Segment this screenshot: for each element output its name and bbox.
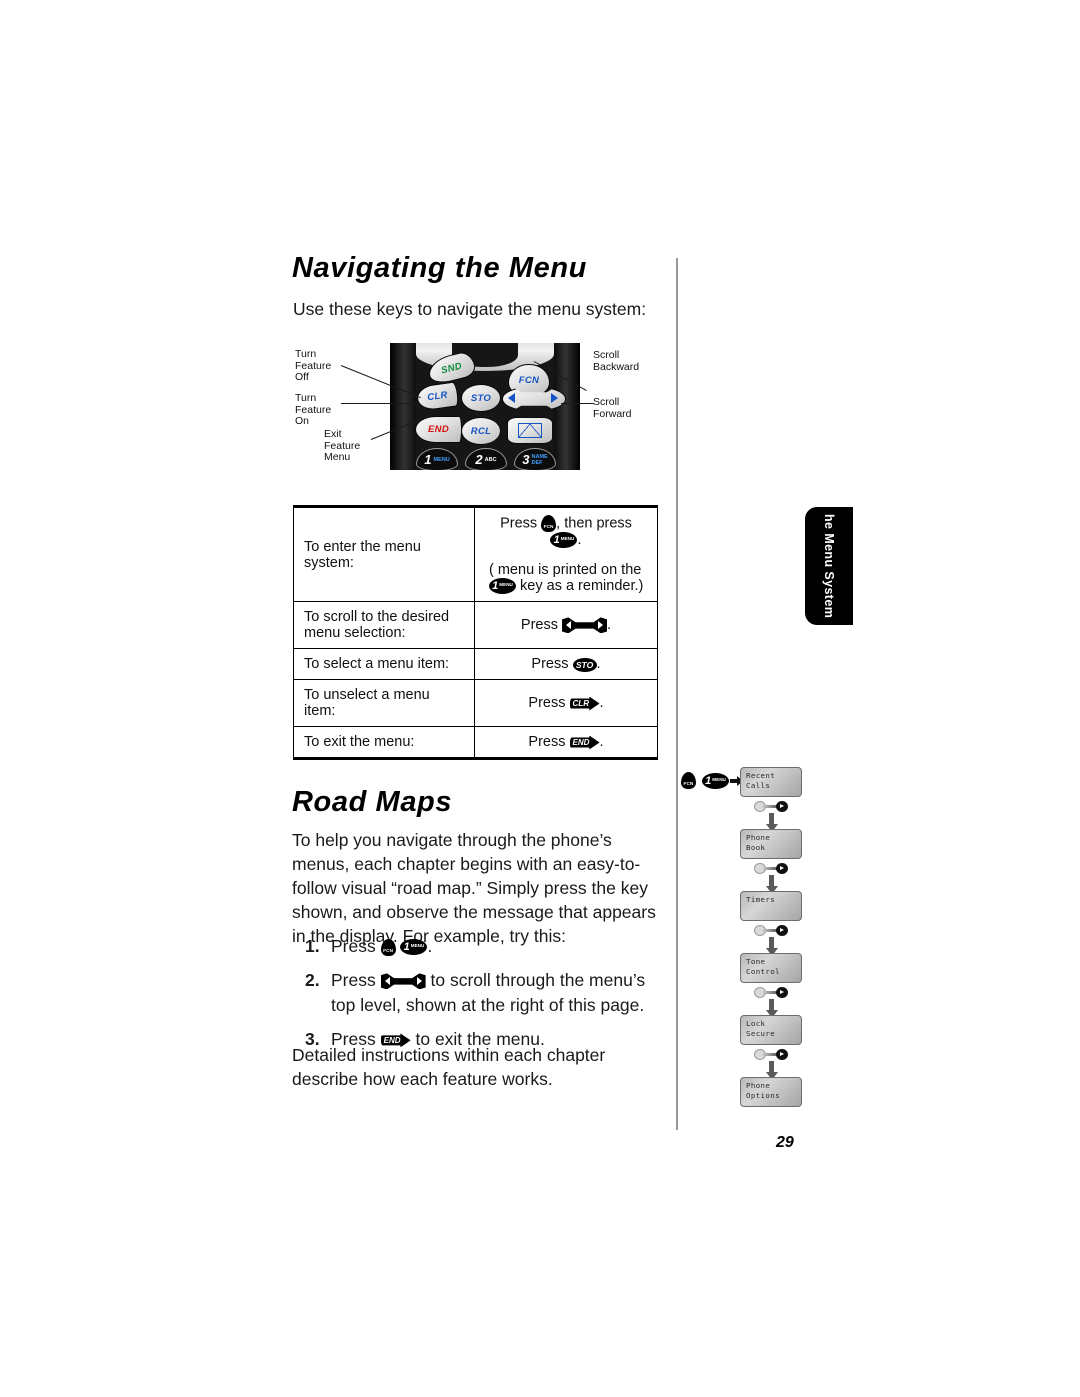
fcn-key-icon: FCN (380, 938, 396, 956)
table-row: To enter the menu system: Press FCN, the… (293, 504, 658, 603)
end-key: END (415, 416, 462, 443)
clr-key-icon: CLR (569, 696, 600, 711)
numeric-key-1: 1 MENU (416, 448, 458, 470)
sto-key-icon: STO (572, 657, 597, 672)
road-maps-paragraph: To help you navigate through the phone’s… (292, 830, 656, 946)
one-menu-key-icon: 1 MENU (400, 939, 428, 956)
table-cell-instruction: Press CLR. (474, 679, 658, 728)
scroll-right-lobe (776, 863, 788, 874)
table-cell-instruction: Press END. (474, 726, 658, 761)
one-menu-key-icon: 1 MENU (489, 578, 516, 595)
callout-turn-feature-on: Turn Feature On (295, 392, 332, 427)
one-menu-key-icon: 1 MENU (550, 532, 578, 549)
menu-road-map-flowchart: FCN 1 MENU Recent Calls Phone Book Timers (676, 765, 866, 1110)
scroll-rocker-key-icon (754, 801, 788, 812)
callout-scroll-backward: Scroll Backward (593, 349, 640, 373)
phone-keypad-figure: SND FCN CLR STO RCL END 1 MENU 2 ABC 3 N… (293, 343, 678, 473)
step-text: Press to scroll through the menu’s top l… (331, 970, 646, 1015)
flow-arrow-down-icon (765, 999, 778, 1018)
table-cell-instruction: Press . (474, 601, 658, 650)
list-item: 2. Press to scroll through the menu’s to… (305, 968, 673, 1018)
menu-key-table: To enter the menu system: Press FCN, the… (293, 504, 658, 761)
table-cell-instruction: Press FCN, then press 1 MENU. ( menu is p… (474, 504, 658, 603)
scroll-forward-arrow-icon (551, 393, 558, 403)
flow-arrow-down-icon (765, 813, 778, 832)
scroll-right-lobe (776, 925, 788, 936)
table-row: To scroll to the desired menu selection:… (293, 601, 658, 650)
end-key-icon: END (569, 735, 600, 750)
table-cell-action: To enter the menu system: (293, 504, 475, 603)
press-label: Press (528, 695, 566, 712)
flow-box-recent-calls: Recent Calls (740, 767, 802, 797)
press-label: Press (528, 734, 566, 751)
scroll-rocker-key-icon (754, 1049, 788, 1060)
envelope-icon (518, 423, 542, 438)
scroll-backward-arrow-icon (508, 393, 515, 403)
press-label: Press (500, 515, 538, 532)
page-title-road-maps: Road Maps (292, 786, 453, 818)
callout-scroll-forward: Scroll Forward (593, 396, 632, 420)
flow-box-phone-book: Phone Book (740, 829, 802, 859)
step-number: 1. (305, 936, 320, 956)
table-row: To select a menu item: Press STO. (293, 648, 658, 681)
table-cell-action: To exit the menu: (293, 726, 475, 761)
scroll-rocker-key-icon (754, 987, 788, 998)
scroll-right-lobe (776, 987, 788, 998)
numbered-steps-list: 1. Press FCN 1 MENU. 2. Press to scroll t… (305, 934, 673, 1061)
phone-body: SND FCN CLR STO RCL END 1 MENU 2 ABC 3 N… (390, 343, 580, 470)
table-row: To unselect a menu item: Press CLR. (293, 679, 658, 728)
scroll-rocker-key-icon (380, 973, 426, 990)
scroll-rocker-key-icon (562, 617, 608, 634)
note-suffix: key as a reminder.) (520, 578, 644, 595)
fcn-key-icon: FCN (681, 772, 696, 789)
step-number: 2. (305, 970, 320, 990)
flow-box-timers: Timers (740, 891, 802, 921)
scroll-rocker-key-icon (754, 863, 788, 874)
flow-arrow-down-icon (765, 1061, 778, 1080)
scroll-rocker-key-icon (754, 925, 788, 936)
one-menu-key-icon: 1 MENU (702, 773, 729, 789)
table-cell-instruction: Press STO. (474, 648, 658, 681)
manual-page: Navigating the Menu Use these keys to na… (0, 0, 1080, 1397)
press-label: Press (531, 656, 569, 673)
table-row: To exit the menu: Press END. (293, 726, 658, 761)
scroll-right-lobe (776, 801, 788, 812)
thumb-tab-label: he Menu System (822, 513, 836, 619)
intro-text: Use these keys to navigate the menu syst… (293, 299, 647, 319)
numeric-key-3: 3 NAME DEF (514, 448, 556, 470)
fcn-key-icon: FCN (541, 515, 557, 532)
flow-box-lock-secure: Lock Secure (740, 1015, 802, 1045)
leader-line-on (341, 403, 417, 404)
chapter-thumb-tab: he Menu System (805, 507, 853, 625)
page-number: 29 (776, 1134, 794, 1151)
list-item: 1. Press FCN 1 MENU. (305, 934, 673, 959)
closing-paragraph: Detailed instructions within each chapte… (292, 1045, 606, 1089)
page-title-navigating: Navigating the Menu (292, 252, 587, 284)
flow-arrow-down-icon (765, 875, 778, 894)
table-cell-action: To unselect a menu item: (293, 679, 475, 728)
press-label: Press (520, 617, 558, 634)
message-key (507, 417, 553, 444)
note-prefix: ( menu is printed on the (489, 562, 642, 579)
scroll-right-lobe (776, 1049, 788, 1060)
callout-turn-feature-off: Turn Feature Off (295, 348, 332, 383)
then-press-label: , then press (556, 515, 632, 532)
step-text: Press FCN 1 MENU. (331, 936, 433, 956)
numeric-key-2: 2 ABC (465, 448, 507, 470)
table-cell-action: To scroll to the desired menu selection: (293, 601, 475, 650)
clr-key: CLR (415, 381, 460, 412)
table-cell-action: To select a menu item: (293, 648, 475, 681)
phone-shell-left (390, 343, 416, 470)
flow-arrow-down-icon (765, 937, 778, 956)
leader-line-fwd (561, 403, 594, 404)
sto-key: STO (461, 384, 501, 412)
rcl-key: RCL (461, 417, 501, 445)
flow-start-arrow-icon (730, 776, 743, 786)
flow-box-phone-options: Phone Options (740, 1077, 802, 1107)
flow-box-tone-control: Tone Control (740, 953, 802, 983)
callout-exit-feature-menu: Exit Feature Menu (324, 428, 361, 463)
